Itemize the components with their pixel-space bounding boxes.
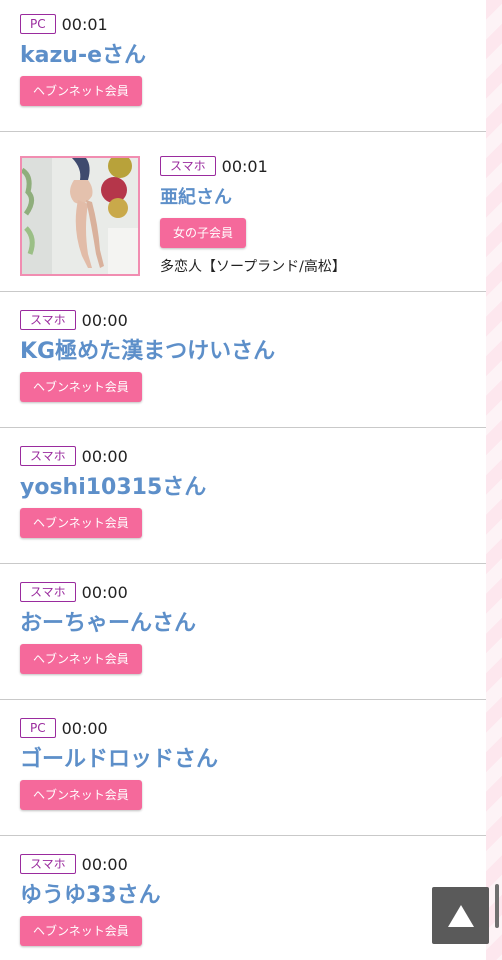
device-badge: スマホ bbox=[20, 582, 76, 602]
device-badge: スマホ bbox=[160, 156, 216, 176]
list-item[interactable]: スマホ 00:00 KG極めた漢まつけいさん ヘブンネット会員 bbox=[0, 292, 486, 428]
visitor-name-link[interactable]: kazu-eさん bbox=[20, 42, 466, 70]
visit-time: 00:00 bbox=[61, 718, 108, 738]
visit-time: 00:00 bbox=[81, 854, 128, 874]
profile-photo-image bbox=[22, 158, 138, 274]
member-badge: ヘブンネット会員 bbox=[20, 76, 142, 106]
visit-time: 00:00 bbox=[81, 310, 128, 330]
entry-meta: PC 00:00 bbox=[20, 718, 466, 738]
member-badge: ヘブンネット会員 bbox=[20, 916, 142, 946]
visitor-list: PC 00:01 kazu-eさん ヘブンネット会員 スマホ 00:01 亜紀さ… bbox=[0, 0, 486, 960]
entry-meta: PC 00:01 bbox=[20, 14, 466, 34]
list-item[interactable]: スマホ 00:00 おーちゃーんさん ヘブンネット会員 bbox=[0, 564, 486, 700]
list-item[interactable]: PC 00:00 ゴールドロッドさん ヘブンネット会員 bbox=[0, 700, 486, 836]
visitor-list-page: PC 00:01 kazu-eさん ヘブンネット会員 スマホ 00:01 亜紀さ… bbox=[0, 0, 502, 960]
list-item[interactable]: スマホ 00:00 yoshi10315さん ヘブンネット会員 bbox=[0, 428, 486, 564]
visitor-name-link[interactable]: おーちゃーんさん bbox=[20, 610, 466, 638]
visit-time: 00:00 bbox=[81, 446, 128, 466]
device-badge: スマホ bbox=[20, 446, 76, 466]
visitor-name-link[interactable]: yoshi10315さん bbox=[20, 474, 466, 502]
visit-time: 00:00 bbox=[81, 582, 128, 602]
entry-body: スマホ 00:01 亜紀さん 女の子会員 多恋人【ソープランド/高松】 bbox=[160, 156, 346, 276]
shop-name[interactable]: 多恋人【ソープランド/高松】 bbox=[160, 256, 346, 276]
visit-time: 00:01 bbox=[221, 156, 268, 176]
device-badge: PC bbox=[20, 718, 56, 738]
member-badge: ヘブンネット会員 bbox=[20, 372, 142, 402]
visitor-name-link[interactable]: ゆうゆ33さん bbox=[20, 882, 466, 910]
visitor-name-link[interactable]: ゴールドロッドさん bbox=[20, 746, 466, 774]
entry-meta: スマホ 00:00 bbox=[20, 310, 466, 330]
entry-meta: スマホ 00:00 bbox=[20, 446, 466, 466]
list-item[interactable]: スマホ 00:01 亜紀さん 女の子会員 多恋人【ソープランド/高松】 bbox=[0, 132, 486, 292]
list-item[interactable]: スマホ 00:00 ゆうゆ33さん ヘブンネット会員 bbox=[0, 836, 486, 960]
device-badge: PC bbox=[20, 14, 56, 34]
member-badge: 女の子会員 bbox=[160, 218, 247, 248]
member-badge: ヘブンネット会員 bbox=[20, 508, 142, 538]
device-badge: スマホ bbox=[20, 854, 76, 874]
scroll-to-top-button[interactable] bbox=[432, 887, 489, 944]
visit-time: 00:01 bbox=[61, 14, 108, 34]
entry-meta: スマホ 00:00 bbox=[20, 582, 466, 602]
device-badge: スマホ bbox=[20, 310, 76, 330]
profile-photo[interactable] bbox=[20, 156, 140, 276]
member-badge: ヘブンネット会員 bbox=[20, 644, 142, 674]
visitor-name-link[interactable]: KG極めた漢まつけいさん bbox=[20, 338, 466, 366]
right-decor-strip bbox=[486, 0, 502, 960]
scrollbar-thumb[interactable] bbox=[495, 884, 499, 928]
list-item[interactable]: PC 00:01 kazu-eさん ヘブンネット会員 bbox=[0, 0, 486, 132]
entry-meta: スマホ 00:01 bbox=[160, 156, 346, 176]
member-badge: ヘブンネット会員 bbox=[20, 780, 142, 810]
entry-meta: スマホ 00:00 bbox=[20, 854, 466, 874]
triangle-up-icon bbox=[447, 904, 474, 927]
visitor-name-link[interactable]: 亜紀さん bbox=[160, 184, 346, 212]
